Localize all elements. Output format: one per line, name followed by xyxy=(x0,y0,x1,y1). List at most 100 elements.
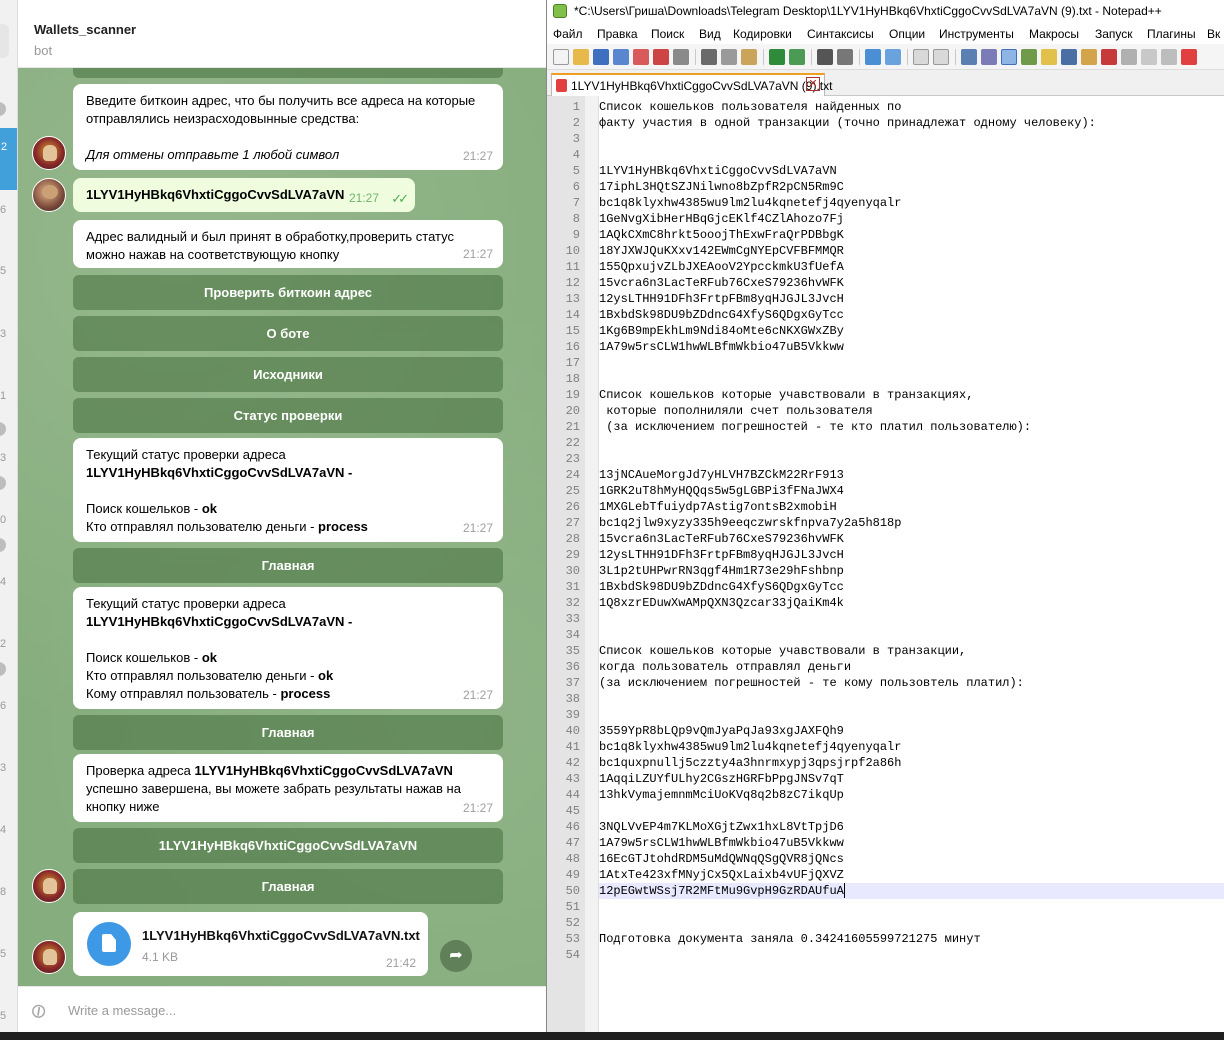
chat-list-strip[interactable]: 2 6 5 3 1 3 0 4 2 6 3 4 8 5 5 xyxy=(0,0,18,1032)
run-macro-multiple-icon[interactable] xyxy=(1161,49,1177,65)
code-line[interactable]: 1Kg6B9mpEkhLm9Ndi84oMte6cNKXGWxZBy xyxy=(599,323,844,339)
menu-search[interactable]: Поиск xyxy=(651,27,684,41)
function-list-icon[interactable] xyxy=(1061,49,1077,65)
code-line[interactable]: 3559YpR8bLQp9vQmJyaPqJa93xgJAXFQh9 xyxy=(599,723,844,739)
share-icon[interactable]: ➦ xyxy=(440,940,472,972)
chat-list-avatar[interactable] xyxy=(0,538,6,552)
code-line[interactable]: 13jNCAueMorgJd7yHLVH7BZCkM22RrF913 xyxy=(599,467,844,483)
code-line[interactable]: 1LYV1HyHBkq6VhxtiCggoCvvSdLVA7aVN xyxy=(599,163,837,179)
code-line[interactable]: Список кошельков которые учавствовали в … xyxy=(599,643,966,659)
menu-run[interactable]: Запуск xyxy=(1095,27,1133,41)
bot-avatar[interactable] xyxy=(32,940,66,974)
bot-avatar[interactable] xyxy=(32,136,66,170)
code-line[interactable]: 1AtxTe423xfMNyjCx5QxLaixb4vUFjQXVZ xyxy=(599,867,844,883)
check-address-button[interactable]: Проверить биткоин адрес xyxy=(73,275,503,310)
code-line[interactable]: 1A79w5rsCLW1hwWLBfmWkbio47uB5Vkkww xyxy=(599,339,844,355)
code-line[interactable]: bc1q8klyxhw4385wu9lm2lu4kqnetefj4qyenyqa… xyxy=(599,195,901,211)
sources-button[interactable]: Исходники xyxy=(73,357,503,392)
main-menu-button[interactable]: Главная xyxy=(73,548,503,583)
code-line[interactable]: 13hkVymajemnmMciUoKVq8q2b8zC7ikqUp xyxy=(599,787,844,803)
menu-tools[interactable]: Инструменты xyxy=(939,27,1014,41)
menu-macros[interactable]: Макросы xyxy=(1029,27,1079,41)
code-line[interactable]: когда пользователь отправлял деньги xyxy=(599,659,851,675)
user-avatar[interactable] xyxy=(32,178,66,212)
new-file-icon[interactable] xyxy=(553,49,569,65)
open-file-icon[interactable] xyxy=(573,49,589,65)
code-line[interactable]: 16EcGTJtohdRDM5uMdQWNqQSgQVR8jQNcs xyxy=(599,851,844,867)
copy-icon[interactable] xyxy=(721,49,737,65)
menu-view[interactable]: Вид xyxy=(699,27,721,41)
menu-syntax[interactable]: Синтаксисы xyxy=(807,27,874,41)
code-line[interactable]: 155QpxujvZLbJXEAooV2YpcckmkU3fUefA xyxy=(599,259,844,275)
code-line[interactable]: bc1q8klyxhw4385wu9lm2lu4kqnetefj4qyenyqa… xyxy=(599,739,901,755)
stop-macro-icon[interactable] xyxy=(1121,49,1137,65)
message-input[interactable] xyxy=(68,999,508,1021)
code-line[interactable]: Список кошельков пользователя найденных … xyxy=(599,99,901,115)
indent-guide-icon[interactable] xyxy=(1001,49,1017,65)
save-all-icon[interactable] xyxy=(613,49,629,65)
check-status-button[interactable]: Статус проверки xyxy=(73,398,503,433)
redo-icon[interactable] xyxy=(789,49,805,65)
record-macro-icon[interactable] xyxy=(1101,49,1117,65)
save-macro-icon[interactable] xyxy=(1181,49,1197,65)
sync-horizontal-icon[interactable] xyxy=(933,49,949,65)
play-macro-icon[interactable] xyxy=(1141,49,1157,65)
zoom-in-icon[interactable] xyxy=(865,49,881,65)
code-line[interactable]: 1BxbdSk98DU9bZDdncG4XfyS6QDgxGyTcc xyxy=(599,579,844,595)
code-line[interactable]: 1MXGLebTfuiydp7Astig7ontsB2xmobiH xyxy=(599,499,837,515)
code-line[interactable]: 15vcra6n3LacTeRFub76CxeS79236hvWFK xyxy=(599,531,844,547)
menu-edit[interactable]: Правка xyxy=(597,27,638,41)
undo-icon[interactable] xyxy=(769,49,785,65)
keyboard-button-partial[interactable] xyxy=(73,68,503,78)
chat-list-item-active[interactable]: 2 xyxy=(0,128,17,190)
sync-vertical-icon[interactable] xyxy=(913,49,929,65)
code-line[interactable]: 1GRK2uT8hMyHQQqs5w5gLGBPi3fFNaJWX4 xyxy=(599,483,844,499)
code-line[interactable]: 1AQkCXmC8hrkt5ooojThExwFraQrPDBbgK xyxy=(599,227,844,243)
chat-header[interactable]: Wallets_scanner bot xyxy=(18,0,546,68)
about-bot-button[interactable]: О боте xyxy=(73,316,503,351)
main-menu-button[interactable]: Главная xyxy=(73,869,503,904)
code-line[interactable]: Подготовка документа заняла 0.3424160559… xyxy=(599,931,981,947)
text-area[interactable]: Список кошельков пользователя найденных … xyxy=(599,96,1224,1032)
code-line[interactable]: которые пополниляли счет пользователя xyxy=(599,403,872,419)
chat-history[interactable]: Введите биткоин адрес, что бы получить в… xyxy=(18,68,546,986)
code-line[interactable]: 1A79w5rsCLW1hwWLBfmWkbio47uB5Vkkww xyxy=(599,835,844,851)
save-icon[interactable] xyxy=(593,49,609,65)
folder-workspace-icon[interactable] xyxy=(1081,49,1097,65)
window-titlebar[interactable]: *C:\Users\Гриша\Downloads\Telegram Deskt… xyxy=(547,0,1224,22)
code-line[interactable]: 17iphL3HQtSZJNilwno8bZpfR2pCN5Rm9C xyxy=(599,179,844,195)
menu-file[interactable]: Файл xyxy=(553,27,583,41)
chat-list-item[interactable] xyxy=(0,24,9,58)
file-tab[interactable]: 1LYV1HyHBkq6VhxtiCggoCvvSdLVA7aVN (9).tx… xyxy=(551,73,832,96)
menu-tabs[interactable]: Вк xyxy=(1207,27,1220,41)
chat-list-avatar[interactable] xyxy=(0,102,6,116)
code-line[interactable]: 12pEGwtWSsj7R2MFtMu9GvpH9GzRDAUfuA xyxy=(599,883,844,899)
main-menu-button[interactable]: Главная xyxy=(73,715,503,750)
print-icon[interactable] xyxy=(673,49,689,65)
editor[interactable]: 1 2 3 4 5 6 7 8 9 10 11 12 13 14 15 16 17 18 19 20 21 22 23 24 2… xyxy=(547,96,1224,1032)
code-line[interactable]: факту участия в одной транзакции (точно … xyxy=(599,115,1096,131)
code-line[interactable]: bc1q2jlw9xyzy335h9eeqczwrskfnpva7y2a5h81… xyxy=(599,515,901,531)
chat-list-avatar[interactable] xyxy=(0,422,6,436)
document-icon[interactable] xyxy=(87,922,131,966)
udl-icon[interactable] xyxy=(1021,49,1037,65)
menu-plugins[interactable]: Плагины xyxy=(1147,27,1196,41)
close-tab-icon[interactable]: ✕ xyxy=(806,77,820,91)
code-line[interactable]: 1GeNvgXibHerHBqGjcEKlf4CZlAhozo7Fj xyxy=(599,211,844,227)
close-file-icon[interactable] xyxy=(633,49,649,65)
chat-list-avatar[interactable] xyxy=(0,476,6,490)
code-line[interactable]: 18YJXWJQuKXxv142EWmCgNYEpCVFBFMMQR xyxy=(599,243,844,259)
code-line[interactable]: 12ysLTHH91DFh3FrtpFBm8yqHJGJL3JvcH xyxy=(599,291,844,307)
code-line[interactable]: 1Q8xzrEDuwXwAMpQXN3Qzcar33jQaiKm4k xyxy=(599,595,844,611)
show-all-chars-icon[interactable] xyxy=(981,49,997,65)
menu-options[interactable]: Опции xyxy=(889,27,925,41)
paste-icon[interactable] xyxy=(741,49,757,65)
attach-icon[interactable]: ⊘ xyxy=(26,995,57,1026)
code-line[interactable]: 1BxbdSk98DU9bZDdncG4XfyS6QDgxGyTcc xyxy=(599,307,844,323)
menu-encoding[interactable]: Кодировки xyxy=(733,27,792,41)
code-line[interactable]: 12ysLTHH91DFh3FrtpFBm8yqHJGJL3JvcH xyxy=(599,547,844,563)
code-line[interactable]: (за исключением погрешностей - те кому п… xyxy=(599,675,1024,691)
zoom-out-icon[interactable] xyxy=(885,49,901,65)
find-icon[interactable] xyxy=(817,49,833,65)
file-name[interactable]: 1LYV1HyHBkq6VhxtiCggoCvvSdLVA7aVN.txt xyxy=(142,928,420,943)
